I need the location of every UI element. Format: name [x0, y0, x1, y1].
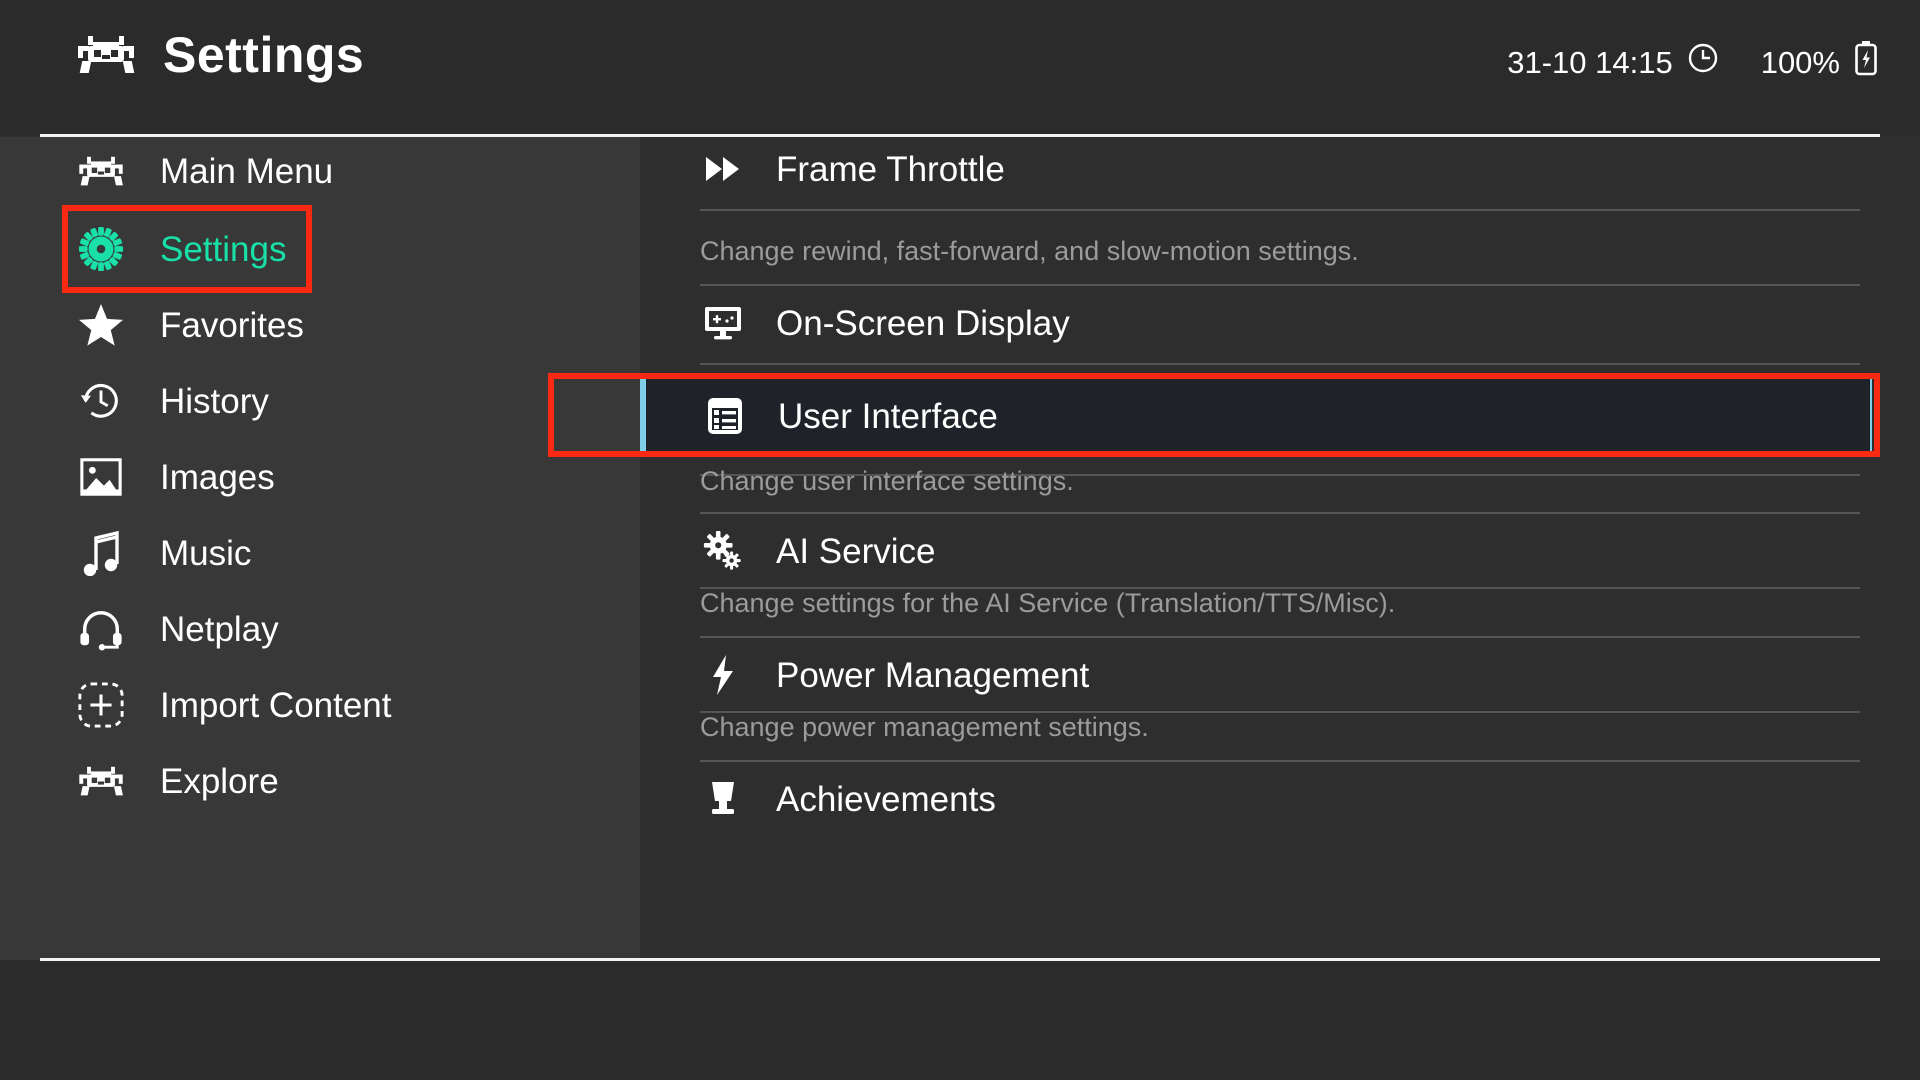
footer-bar: 1.12.0 - No Core Search [0, 961, 1920, 1080]
list-item-description: Change power management settings. [700, 712, 1149, 742]
sidebar-item-label: Netplay [160, 609, 279, 649]
sidebar-item-images[interactable]: Images [0, 439, 640, 515]
sidebar-item-explore[interactable]: Explore [0, 743, 640, 819]
list-item-description: Change rewind, fast-forward, and slow-mo… [700, 236, 1359, 266]
star-icon [72, 303, 130, 347]
list-item-user-interface[interactable]: User Interface [640, 377, 1872, 455]
list-item-description: Change settings for the AI Service (Tran… [700, 588, 1396, 618]
lightning-bolt-icon [695, 654, 751, 696]
retroarch-settings-screen: Settings 31-10 14:15 100% Main Menu Sett… [0, 0, 1920, 1080]
sidebar-item-import-content[interactable]: Import Content [0, 667, 640, 743]
sidebar-item-label: Music [160, 533, 252, 573]
retroarch-icon [75, 34, 137, 76]
list-item-ai-service[interactable]: AI Service [640, 515, 1920, 587]
list-divider [700, 284, 1860, 286]
header-status-group: 31-10 14:15 100% [1507, 40, 1878, 84]
sidebar-item-history[interactable]: History [0, 363, 640, 439]
list-item-label: User Interface [778, 396, 998, 436]
sidebar-item-label: History [160, 381, 269, 421]
list-item-power-management[interactable]: Power Management [640, 639, 1920, 711]
retroarch-icon [72, 765, 130, 798]
gear-icon [72, 226, 130, 272]
clock-text: 31-10 14:15 [1507, 44, 1673, 80]
list-item-label: Power Management [776, 655, 1090, 695]
battery-charging-icon [1854, 40, 1878, 84]
list-divider [700, 363, 1860, 365]
headset-icon [72, 606, 130, 652]
retroarch-icon [72, 155, 130, 188]
sidebar-item-label: Images [160, 457, 275, 497]
list-item-frame-throttle[interactable]: Frame Throttle [640, 137, 1920, 205]
list-item-label: Achievements [776, 779, 996, 819]
fast-forward-icon [695, 154, 751, 184]
history-clock-icon [72, 378, 130, 424]
list-item-description: Change user interface settings. [700, 466, 1074, 496]
sidebar[interactable]: Main Menu Settings Favorites History Ima… [0, 137, 640, 960]
list-divider [700, 512, 1860, 514]
sidebar-item-favorites[interactable]: Favorites [0, 287, 640, 363]
sidebar-item-label: Favorites [160, 305, 304, 345]
sidebar-item-main-menu[interactable]: Main Menu [0, 137, 640, 209]
trophy-icon [695, 779, 751, 819]
image-icon [72, 455, 130, 499]
battery-text: 100% [1760, 44, 1840, 80]
sidebar-item-label: Explore [160, 761, 279, 801]
header-title-group: Settings [75, 30, 364, 80]
list-item-label: Frame Throttle [776, 149, 1005, 189]
page-title: Settings [163, 27, 365, 83]
list-item-label: On-Screen Display [776, 303, 1070, 343]
sidebar-item-label: Import Content [160, 685, 392, 725]
monitor-icon [695, 305, 751, 341]
list-divider [700, 760, 1860, 762]
list-divider [700, 209, 1860, 211]
music-note-icon [72, 530, 130, 576]
double-gear-icon [695, 530, 751, 572]
list-form-icon [697, 396, 753, 436]
sidebar-item-music[interactable]: Music [0, 515, 640, 591]
settings-list[interactable]: Frame Throttle Change rewind, fast-forwa… [640, 137, 1920, 960]
list-item-on-screen-display[interactable]: On-Screen Display [640, 287, 1920, 359]
list-item-label: AI Service [776, 531, 936, 571]
plus-square-icon [72, 681, 130, 729]
sidebar-item-label: Main Menu [160, 151, 334, 191]
sidebar-item-settings[interactable]: Settings [0, 211, 640, 287]
header-bar: Settings 31-10 14:15 100% [0, 0, 1920, 137]
list-item-achievements[interactable]: Achievements [640, 763, 1920, 835]
sidebar-item-netplay[interactable]: Netplay [0, 591, 640, 667]
clock-icon [1687, 42, 1719, 82]
list-divider [700, 636, 1860, 638]
sidebar-item-label: Settings [160, 229, 287, 269]
